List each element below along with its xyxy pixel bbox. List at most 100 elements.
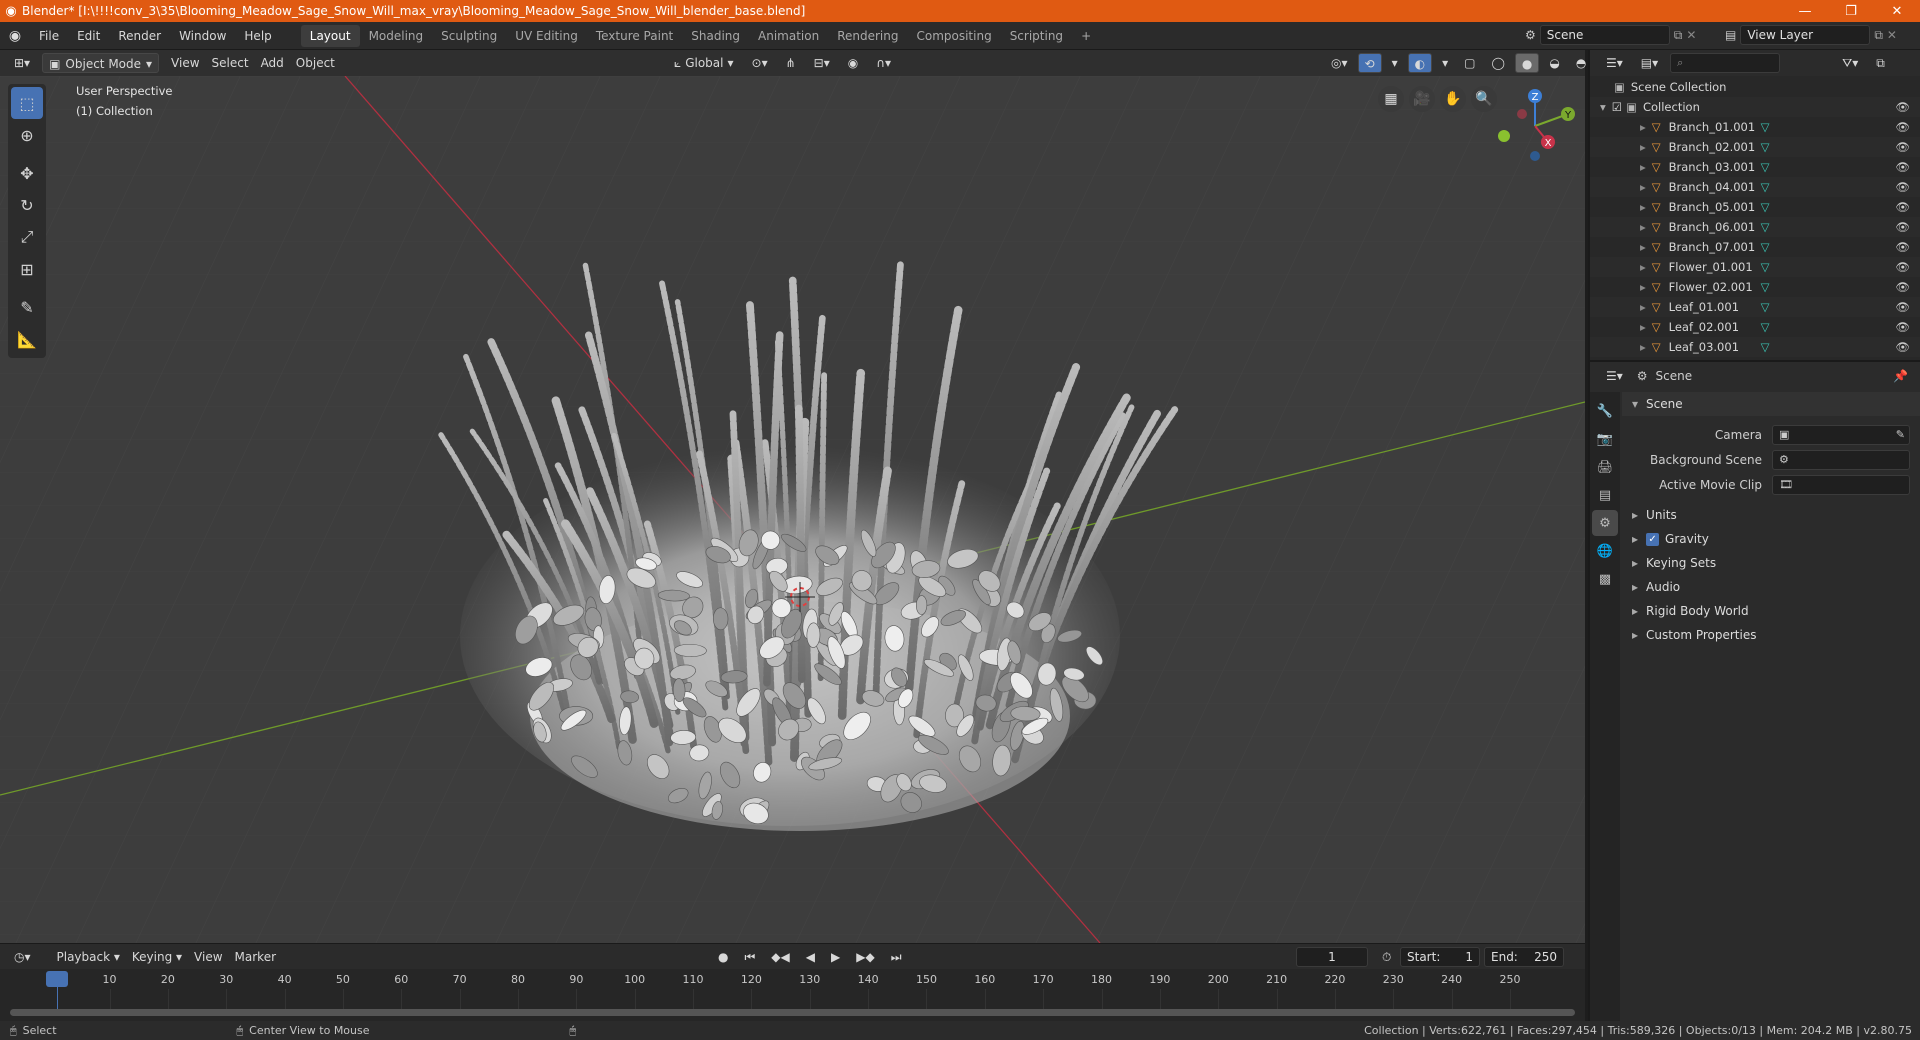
view-layer-field[interactable]: View Layer: [1740, 25, 1871, 45]
3d-viewport[interactable]: User Perspective (1) Collection ⬚ ⊕ ✥ ↻ …: [0, 76, 1585, 943]
output-props-icon[interactable]: 🖨: [1592, 454, 1618, 480]
outliner-object-row[interactable]: ▸ ▽ Branch_03.001 ▽ 👁: [1590, 157, 1920, 177]
material-shading-icon[interactable]: ◒: [1543, 53, 1565, 73]
maximize-button[interactable]: ❐: [1828, 0, 1874, 22]
snap-icon[interactable]: ⋔: [780, 53, 802, 73]
outliner-scene-collection[interactable]: ▣ Scene Collection: [1590, 77, 1920, 97]
wireframe-shading-icon[interactable]: ◯: [1485, 53, 1510, 73]
expand-arrow-icon[interactable]: ▸: [1640, 320, 1646, 334]
close-button[interactable]: ✕: [1874, 0, 1920, 22]
remove-scene-icon[interactable]: ✕: [1686, 28, 1696, 42]
timeline-editor-type-icon[interactable]: ◷▾: [8, 947, 37, 967]
gizmo-neg-x[interactable]: [1517, 109, 1527, 119]
eye-icon[interactable]: 👁: [1895, 180, 1910, 194]
select-box-tool-icon[interactable]: ⬚: [11, 87, 43, 119]
pin-icon[interactable]: 📌: [1893, 369, 1908, 383]
blender-menu-icon[interactable]: ◉: [0, 28, 30, 44]
camera-field[interactable]: ▣ ✎: [1772, 424, 1910, 445]
audio-panel[interactable]: ▸ Audio: [1622, 575, 1920, 599]
outliner-editor-type-icon[interactable]: ☰▾: [1600, 53, 1629, 73]
outliner-object-row[interactable]: ▸ ▽ Leaf_02.001 ▽ 👁: [1590, 317, 1920, 337]
pivot-point-icon[interactable]: ⊙▾: [746, 53, 774, 73]
jump-keyframe-forward-icon[interactable]: ▶◆: [850, 947, 880, 967]
active-movie-clip-field[interactable]: 🎞: [1772, 474, 1910, 495]
play-icon[interactable]: ▶: [825, 947, 846, 967]
timeline-menu-view[interactable]: View: [188, 947, 228, 967]
viewport-menu-object[interactable]: Object: [290, 53, 341, 73]
outliner-object-row[interactable]: ▸ ▽ Branch_07.001 ▽ 👁: [1590, 237, 1920, 257]
viewport-menu-view[interactable]: View: [165, 53, 205, 73]
outliner-object-row[interactable]: ▸ ▽ Flower_01.001 ▽ 👁: [1590, 257, 1920, 277]
rigid-body-world-panel[interactable]: ▸ Rigid Body World: [1622, 599, 1920, 623]
end-frame-field[interactable]: End: 250: [1484, 947, 1564, 967]
new-scene-icon[interactable]: ⧉: [1674, 28, 1683, 43]
gizmo-neg-y[interactable]: [1498, 130, 1510, 142]
proportional-edit-icon[interactable]: ◉: [842, 53, 864, 73]
navigation-gizmo[interactable]: Z Y X: [1490, 86, 1580, 166]
expand-arrow-icon[interactable]: ▸: [1640, 140, 1646, 154]
gizmo-neg-z[interactable]: [1530, 151, 1540, 161]
jump-keyframe-back-icon[interactable]: ◆◀: [765, 947, 795, 967]
keying-sets-panel[interactable]: ▸ Keying Sets: [1622, 551, 1920, 575]
jump-end-icon[interactable]: ⏭: [885, 947, 908, 967]
tab-modeling[interactable]: Modeling: [360, 25, 433, 47]
overlay-dropdown-icon[interactable]: ▾: [1436, 53, 1454, 73]
perspective-toggle-icon[interactable]: ▦: [1378, 86, 1404, 112]
transform-tool-icon[interactable]: ⊞: [11, 253, 43, 285]
tab-rendering[interactable]: Rendering: [828, 25, 907, 47]
menu-edit[interactable]: Edit: [68, 25, 109, 47]
timeline-menu-playback[interactable]: Playback ▾: [51, 947, 126, 967]
pan-view-icon[interactable]: ✋: [1440, 86, 1466, 112]
rotate-tool-icon[interactable]: ↻: [11, 189, 43, 221]
tab-scripting[interactable]: Scripting: [1001, 25, 1072, 47]
tab-animation[interactable]: Animation: [749, 25, 828, 47]
auto-keying-icon[interactable]: ●: [712, 947, 734, 967]
outliner-object-row[interactable]: ▸ ▽ Flower_02.001 ▽ 👁: [1590, 277, 1920, 297]
eye-icon[interactable]: 👁: [1895, 200, 1910, 214]
gizmo-dropdown-icon[interactable]: ▾: [1386, 53, 1404, 73]
timeline-menu-marker[interactable]: Marker: [229, 947, 282, 967]
tab-uv-editing[interactable]: UV Editing: [506, 25, 587, 47]
eye-icon[interactable]: 👁: [1895, 100, 1910, 114]
filter-icon[interactable]: ⛛▾: [1836, 53, 1864, 73]
expand-arrow-icon[interactable]: ▸: [1640, 120, 1646, 134]
outliner-search-input[interactable]: ⌕: [1670, 53, 1781, 73]
scale-tool-icon[interactable]: ⤢: [11, 221, 43, 253]
scene-props-tab-icon[interactable]: ⚙: [1592, 510, 1618, 536]
menu-render[interactable]: Render: [109, 25, 170, 47]
cursor-tool-icon[interactable]: ⊕: [11, 119, 43, 151]
expand-arrow-icon[interactable]: ▸: [1640, 220, 1646, 234]
minimize-button[interactable]: —: [1782, 0, 1828, 22]
eye-icon[interactable]: 👁: [1895, 120, 1910, 134]
timeline-area[interactable]: 1102030405060708090100110120130140150160…: [0, 969, 1585, 1021]
current-frame-field[interactable]: 1: [1296, 947, 1368, 967]
scene-panel-header[interactable]: ▾ Scene: [1622, 392, 1920, 416]
expand-arrow-icon[interactable]: ▸: [1640, 260, 1646, 274]
menu-window[interactable]: Window: [170, 25, 235, 47]
eyedropper-icon[interactable]: ✎: [1896, 428, 1905, 441]
scene-name-field[interactable]: Scene: [1539, 25, 1670, 45]
new-view-layer-icon[interactable]: ⧉: [1874, 28, 1883, 43]
view-layer-props-icon[interactable]: ▤: [1592, 482, 1618, 508]
outliner-object-row[interactable]: ▸ ▽ Branch_02.001 ▽ 👁: [1590, 137, 1920, 157]
expand-arrow-icon[interactable]: ▸: [1640, 160, 1646, 174]
eye-icon[interactable]: 👁: [1895, 220, 1910, 234]
jump-start-icon[interactable]: ⏮: [738, 947, 761, 967]
expand-arrow-icon[interactable]: ▸: [1640, 300, 1646, 314]
viewport-menu-add[interactable]: Add: [255, 53, 290, 73]
viewport-menu-select[interactable]: Select: [206, 53, 255, 73]
scene-selector-icon[interactable]: ⚙: [1525, 28, 1536, 42]
snap-target-icon[interactable]: ⊟▾: [808, 53, 836, 73]
gravity-panel[interactable]: ▸ ✓ Gravity: [1622, 527, 1920, 551]
tab-compositing[interactable]: Compositing: [907, 25, 1000, 47]
view-layer-icon[interactable]: ▤: [1725, 28, 1736, 42]
expand-arrow-icon[interactable]: ▾: [1600, 100, 1606, 114]
expand-arrow-icon[interactable]: ▸: [1640, 180, 1646, 194]
mode-dropdown[interactable]: ▣ Object Mode ▾: [42, 53, 160, 73]
expand-arrow-icon[interactable]: ▸: [1640, 340, 1646, 354]
xray-icon[interactable]: ▢: [1458, 53, 1481, 73]
tab-layout[interactable]: Layout: [300, 24, 360, 47]
render-props-icon[interactable]: 📷: [1592, 426, 1618, 452]
overlay-toggle-icon[interactable]: ◐: [1407, 53, 1433, 73]
preview-range-icon[interactable]: ⏱: [1376, 947, 1397, 967]
